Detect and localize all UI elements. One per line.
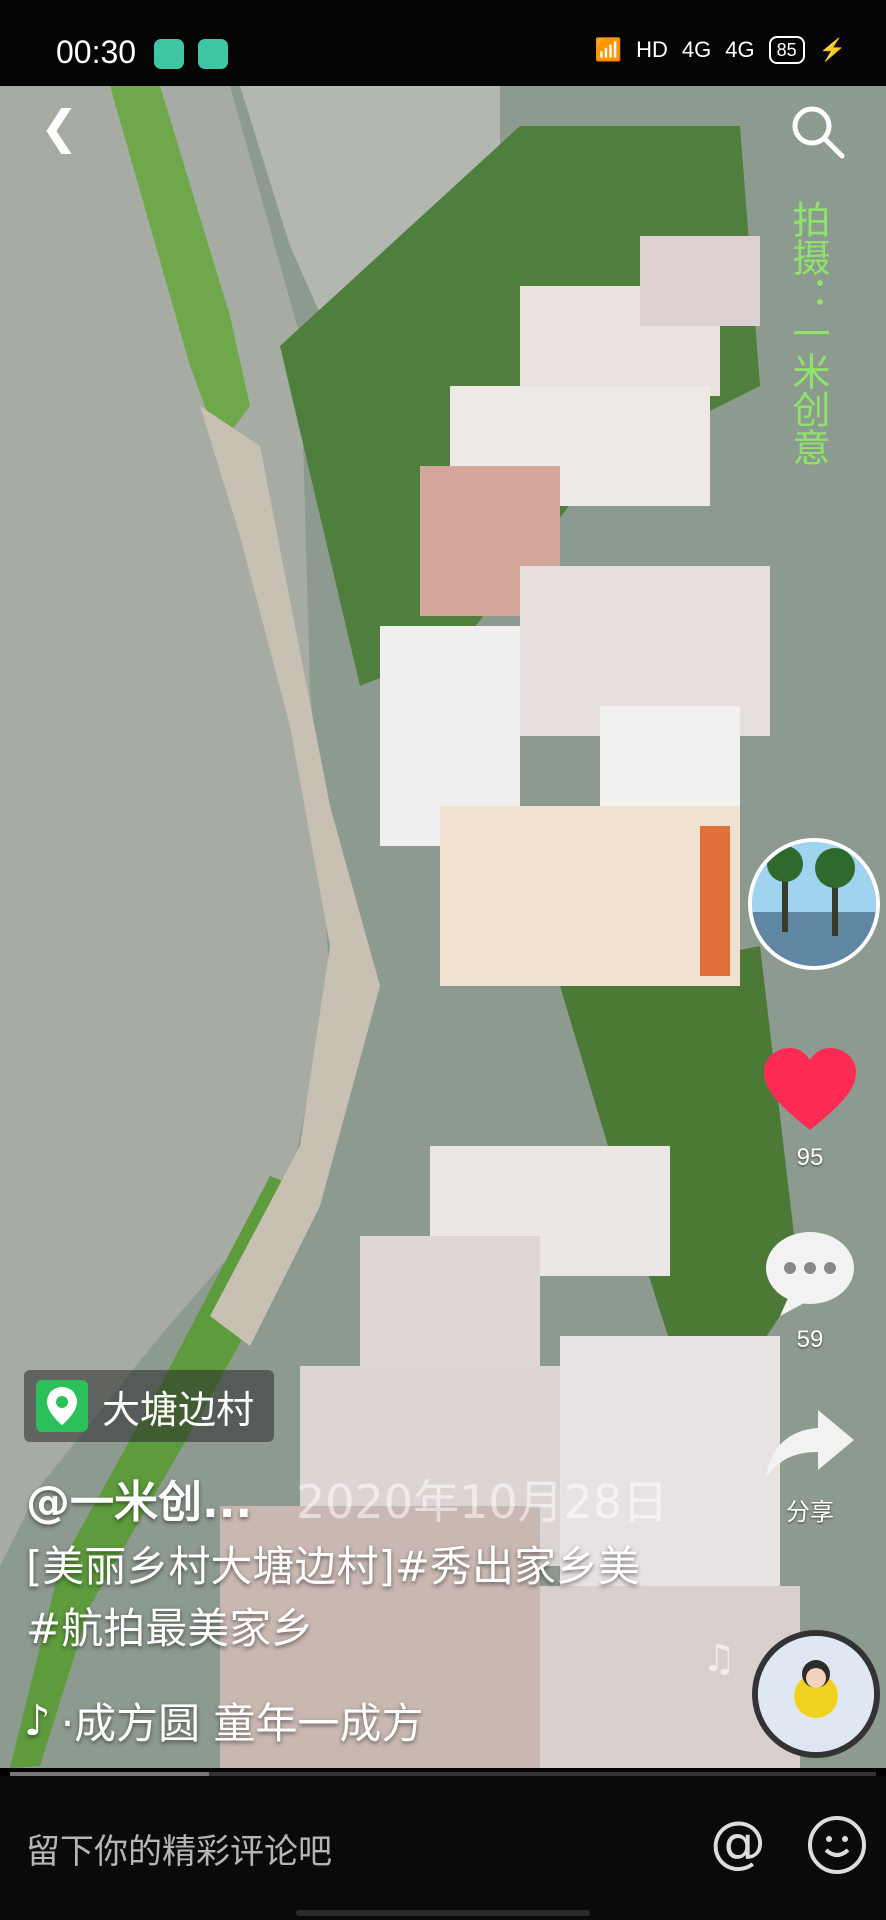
wifi-icon: 📶 [594, 37, 623, 62]
tiktok-note-icon: ♪ [24, 1696, 51, 1745]
location-status-icon [154, 39, 184, 69]
comment-bar: 留下你的精彩评论吧 @ [0, 1776, 886, 1920]
signal-label-2: 4G [725, 37, 755, 62]
status-time: 00:30 [56, 34, 137, 70]
back-button[interactable]: ❮ [40, 100, 79, 154]
music-note-icon: ♫ [702, 1636, 737, 1680]
comment-count: 59 [796, 1326, 824, 1353]
mention-at-icon[interactable]: @ [710, 1810, 766, 1875]
comment-button[interactable]: 59 [760, 1228, 860, 1354]
comment-icon [766, 1232, 854, 1316]
heart-icon [764, 1048, 856, 1130]
search-button[interactable] [790, 104, 846, 171]
battery-icon: 85 [768, 36, 805, 64]
location-label: 大塘边村 [102, 1387, 255, 1432]
share-button[interactable]: 分享 [760, 1404, 860, 1527]
music-info[interactable]: ♪ ·成方圆 童年一成方 [24, 1690, 424, 1751]
share-arrow-icon [766, 1410, 854, 1478]
location-pin-icon [36, 1380, 88, 1432]
search-icon [792, 106, 845, 159]
music-title: ·成方圆 童年一成方 [60, 1699, 424, 1748]
signal-label-1: 4G [681, 37, 712, 62]
share-label: 分享 [786, 1499, 834, 1526]
location-tag[interactable]: 大塘边村 [24, 1370, 275, 1442]
upload-status-icon [198, 39, 228, 69]
comment-input[interactable]: 留下你的精彩评论吧 [26, 1824, 332, 1873]
video-description[interactable]: [美丽乡村大塘边村]#秀出家乡美 #航拍最美家乡 [26, 1536, 646, 1660]
emoji-icon[interactable] [808, 1816, 866, 1874]
video-watermark: 拍摄：一米创意 [786, 200, 830, 466]
like-count: 95 [796, 1144, 824, 1171]
like-button[interactable]: 95 [760, 1046, 860, 1172]
status-bar: 00:30 📶 HD 4G 4G 85 ⚡ [0, 0, 886, 86]
home-indicator [296, 1910, 590, 1916]
network-label: HD [636, 37, 668, 62]
avatar-image [752, 842, 876, 966]
author-avatar[interactable] [748, 838, 880, 970]
author-name[interactable]: @一米创... [26, 1466, 252, 1530]
music-disc[interactable] [752, 1630, 880, 1758]
chevron-left-icon: ❮ [40, 100, 79, 154]
music-cover-image [758, 1636, 874, 1752]
charging-icon: ⚡ [818, 37, 846, 62]
post-date: 2020年10月28日 [296, 1475, 669, 1529]
